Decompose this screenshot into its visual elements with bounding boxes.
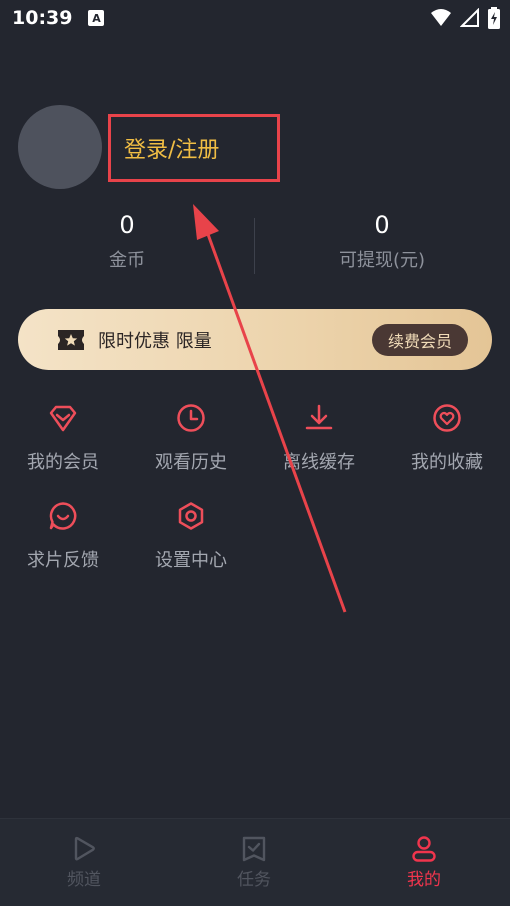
tab-label: 频道 <box>67 870 101 890</box>
diamond-icon <box>49 405 77 432</box>
status-bar: 10:39 A <box>0 0 510 36</box>
tab-mine[interactable]: 我的 <box>374 835 474 890</box>
menu-label: 我的收藏 <box>411 452 483 473</box>
signal-icon <box>460 8 479 27</box>
ticket-star-icon <box>58 329 84 350</box>
stats-row: 0 金币 0 可提现(元) <box>0 208 510 276</box>
play-icon <box>74 836 95 861</box>
coins-label: 金币 <box>109 250 145 271</box>
avatar[interactable] <box>18 105 102 189</box>
menu-offline-cache[interactable]: 离线缓存 <box>264 402 374 474</box>
feedback-icon <box>49 502 77 530</box>
login-register-button[interactable]: 登录/注册 <box>108 114 280 182</box>
renew-vip-button[interactable]: 续费会员 <box>372 324 468 356</box>
bottom-tab-bar: 频道 任务 我的 <box>0 818 510 906</box>
menu-request-feedback[interactable]: 求片反馈 <box>8 500 118 572</box>
menu-watch-history[interactable]: 观看历史 <box>136 402 246 474</box>
login-register-label: 登录/注册 <box>124 138 220 163</box>
vip-promo-text: 限时优惠 限量 <box>98 330 212 352</box>
tab-channel[interactable]: 频道 <box>34 835 134 890</box>
notification-icon: A <box>88 10 105 26</box>
menu-my-vip[interactable]: 我的会员 <box>8 402 118 474</box>
menu-label: 求片反馈 <box>27 550 99 571</box>
status-indicators <box>430 7 500 29</box>
coins-stat[interactable]: 0 金币 <box>77 208 177 272</box>
clock-icon <box>177 404 205 432</box>
status-time: 10:39 <box>12 7 73 29</box>
heart-icon <box>433 404 461 432</box>
vip-banner[interactable]: 限时优惠 限量 续费会员 <box>18 309 492 370</box>
menu-label: 设置中心 <box>155 550 227 571</box>
download-icon <box>305 404 333 430</box>
task-icon <box>242 836 266 862</box>
tab-tasks[interactable]: 任务 <box>204 835 304 890</box>
tab-label: 我的 <box>407 870 441 890</box>
stats-divider <box>254 218 255 274</box>
menu-label: 我的会员 <box>27 452 99 473</box>
menu-label: 观看历史 <box>155 452 227 473</box>
menu-label: 离线缓存 <box>283 452 355 473</box>
tab-label: 任务 <box>237 870 271 890</box>
withdrawable-value: 0 <box>374 211 390 239</box>
menu-my-favorites[interactable]: 我的收藏 <box>392 402 502 474</box>
wifi-icon <box>431 9 451 26</box>
menu-settings-center[interactable]: 设置中心 <box>136 500 246 572</box>
battery-icon <box>488 7 500 29</box>
withdrawable-stat[interactable]: 0 可提现(元) <box>322 208 442 272</box>
user-icon <box>412 836 436 862</box>
coins-value: 0 <box>119 211 135 239</box>
settings-icon <box>178 502 204 530</box>
withdrawable-label: 可提现(元) <box>338 250 426 271</box>
